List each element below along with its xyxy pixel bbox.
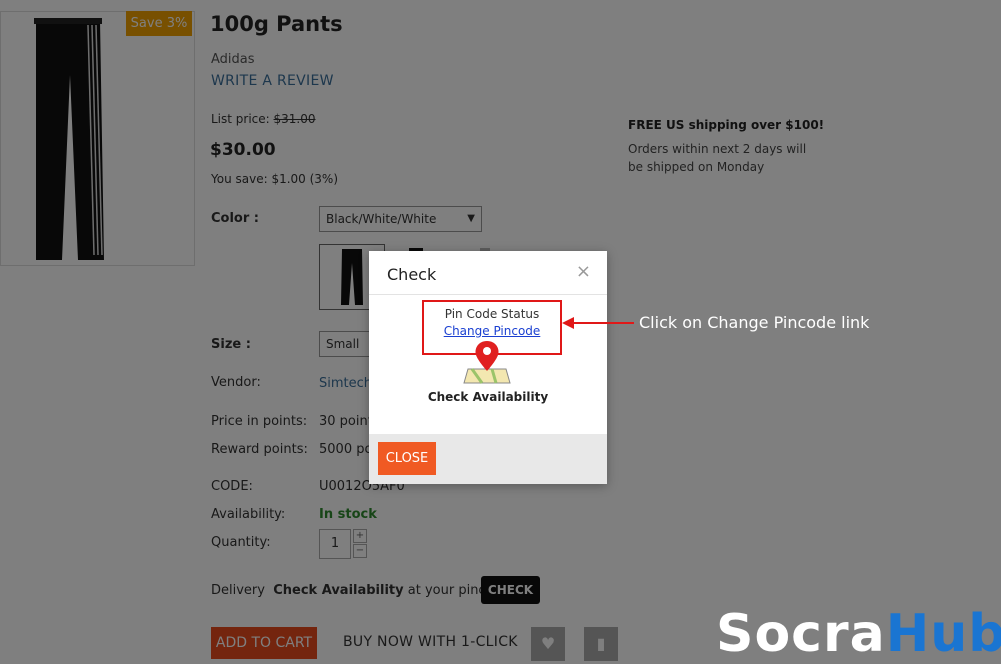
logo-part1: Socra [716,604,886,664]
pin-code-status: Pin Code Status [444,307,540,321]
watermark-logo: SocraHub [716,604,1001,664]
annotation-arrow-icon [562,317,634,329]
close-icon[interactable]: × [576,261,591,282]
map-pin-icon [463,341,511,384]
check-modal: Check × Pin Code Status Change Pincode C… [369,251,607,484]
modal-footer: CLOSE [369,434,607,484]
modal-header: Check × [369,251,607,295]
logo-part2: Hub [885,604,1001,664]
change-pincode-link[interactable]: Change Pincode [424,324,560,338]
annotation-text: Click on Change Pincode link [639,313,870,332]
modal-title: Check [387,265,437,284]
close-button[interactable]: CLOSE [378,442,436,475]
check-availability-text: Check Availability [427,390,549,404]
